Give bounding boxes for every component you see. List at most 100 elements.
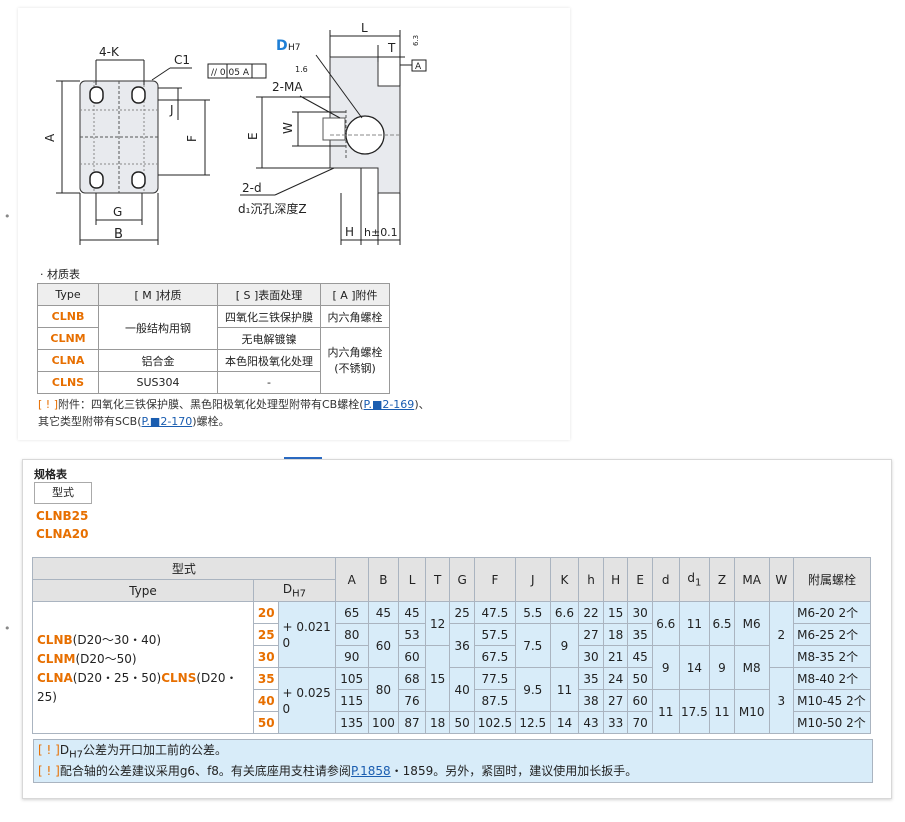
cell-g: 40: [449, 667, 475, 712]
parallelism-tolerance: // 0.05 A: [211, 68, 250, 78]
dim-e: E: [246, 132, 260, 140]
cell-j: 9.5: [514, 667, 551, 712]
col-g: G: [449, 557, 475, 602]
cell-bolt: M8-40 2个: [793, 667, 871, 690]
col-d: d: [651, 557, 680, 602]
material-table-caption: · 材质表: [40, 268, 80, 281]
col-h-small: h: [578, 557, 604, 602]
header-type: Type: [32, 579, 254, 602]
cell-d1: 14: [678, 645, 711, 690]
cell-bolt: M10-50 2个: [793, 711, 871, 734]
warning-icon: [ ! ]: [38, 764, 60, 778]
cell-f: 57.5: [473, 623, 516, 646]
header-surface: [ S ]表面处理: [217, 283, 321, 306]
dim-c1: C1: [174, 53, 190, 67]
dim-f: F: [185, 135, 199, 142]
model-clna20[interactable]: CLNA20: [36, 527, 88, 541]
header-xingshi: 型式: [32, 557, 336, 580]
cell-k: 11: [549, 667, 580, 712]
roughness-16: 1.6: [295, 65, 308, 74]
type-clnb: CLNB: [37, 305, 99, 328]
cell-l: 45: [398, 601, 426, 624]
cell-ma: M6: [733, 601, 770, 646]
cell-f: 87.5: [473, 689, 516, 712]
cell-j: 5.5: [514, 601, 551, 624]
cell-h: 15: [602, 601, 629, 624]
col-b: B: [367, 557, 400, 602]
cell-h: 18: [602, 623, 629, 646]
cell-bolt: M8-35 2个: [793, 645, 871, 668]
cell-t: 15: [424, 645, 451, 712]
d-value: 25: [253, 623, 279, 646]
cell-f: 67.5: [473, 645, 516, 668]
warning-icon: [ ! ]: [38, 398, 58, 411]
cell-t: 18: [424, 711, 451, 734]
type-button[interactable]: 型式: [34, 482, 92, 504]
cell-bolt: M6-25 2个: [793, 623, 871, 646]
surface-clns: -: [217, 371, 321, 394]
cell-t: 12: [424, 601, 451, 646]
dim-d1-counterbore: d₁沉孔深度Z: [238, 201, 307, 216]
cell-l: 87: [398, 711, 426, 734]
cell-l: 68: [398, 667, 426, 690]
spec-table: 型式 A B L T G F J K h H E d d1 Z MA W 附属螺…: [32, 557, 871, 734]
cell-e: 50: [627, 667, 653, 690]
d-value: 40: [253, 689, 279, 712]
datum-a: A: [415, 62, 422, 72]
header-type: Type: [37, 283, 99, 306]
link-p2-170[interactable]: P.■2-170: [142, 415, 193, 428]
cell-a: 90: [334, 645, 369, 668]
dim-2d: 2-d: [242, 181, 262, 195]
cell-f: 102.5: [473, 711, 516, 734]
col-w: W: [768, 557, 795, 602]
cell-d: 9: [651, 645, 680, 690]
col-e: E: [627, 557, 653, 602]
dim-j: J: [169, 103, 174, 117]
col-j: J: [514, 557, 551, 602]
cell-g: 25: [449, 601, 475, 624]
dim-h-lower: h±0.1: [364, 226, 398, 239]
cell-a: 105: [334, 667, 369, 690]
dim-t: T: [387, 41, 396, 55]
cell-e: 30: [627, 601, 653, 624]
d-value: 30: [253, 645, 279, 668]
link-p2-169[interactable]: P.■2-169: [364, 398, 415, 411]
note-fit: [ ! ]配合轴的公差建议采用g6、f8。有关底座用支柱请参阅P.1858・18…: [38, 764, 638, 778]
warning-icon: [ ! ]: [38, 743, 60, 757]
surface-clna: 本色阳极氧化处理: [217, 349, 321, 372]
cell-h-small: 38: [578, 689, 604, 712]
cell-e: 45: [627, 645, 653, 668]
cell-f: 77.5: [473, 667, 516, 690]
d-value: 50: [253, 711, 279, 734]
note-tolerance: [ ! ]DH7公差为开口加工前的公差。: [38, 743, 227, 761]
material-aluminum: 铝合金: [98, 349, 218, 372]
cell-d: 6.6: [651, 601, 680, 646]
cell-l: 60: [398, 645, 426, 668]
dim-b: B: [114, 227, 123, 242]
link-p1858[interactable]: P.1858: [351, 764, 391, 778]
cell-b: 60: [367, 623, 400, 668]
model-clnb25[interactable]: CLNB25: [36, 509, 88, 523]
surface-clnb: 四氧化三铁保护膜: [217, 305, 321, 328]
header-material: [ M ]材质: [98, 283, 218, 306]
dim-a: A: [43, 133, 57, 142]
dim-d: D: [276, 38, 288, 54]
cell-w: 2: [768, 601, 795, 668]
cell-ma: M10: [733, 689, 770, 734]
cell-d1: 17.5: [678, 689, 711, 734]
cell-h: 24: [602, 667, 629, 690]
cell-e: 60: [627, 689, 653, 712]
attachment-note: [ ! ]附件：四氧化三铁保护膜、黑色阳极氧化处理型附带有CB螺栓(P.■2-1…: [38, 398, 430, 428]
dim-2ma: 2-MA: [272, 80, 303, 94]
attachment-stainless-bolt: 内六角螺栓 (不锈钢): [320, 327, 390, 394]
cell-d: 11: [651, 689, 680, 734]
tolerance-2: + 0.025 0: [277, 667, 336, 734]
surface-clnm: 无电解镀镍: [217, 327, 321, 350]
cell-g: 36: [449, 623, 475, 668]
cell-g: 50: [449, 711, 475, 734]
cell-b: 80: [367, 667, 400, 712]
col-t: T: [424, 557, 451, 602]
d-value: 20: [253, 601, 279, 624]
type-clnm: CLNM: [37, 327, 99, 350]
spec-notes: [ ! ]DH7公差为开口加工前的公差。 [ ! ]配合轴的公差建议采用g6、f…: [33, 739, 873, 783]
